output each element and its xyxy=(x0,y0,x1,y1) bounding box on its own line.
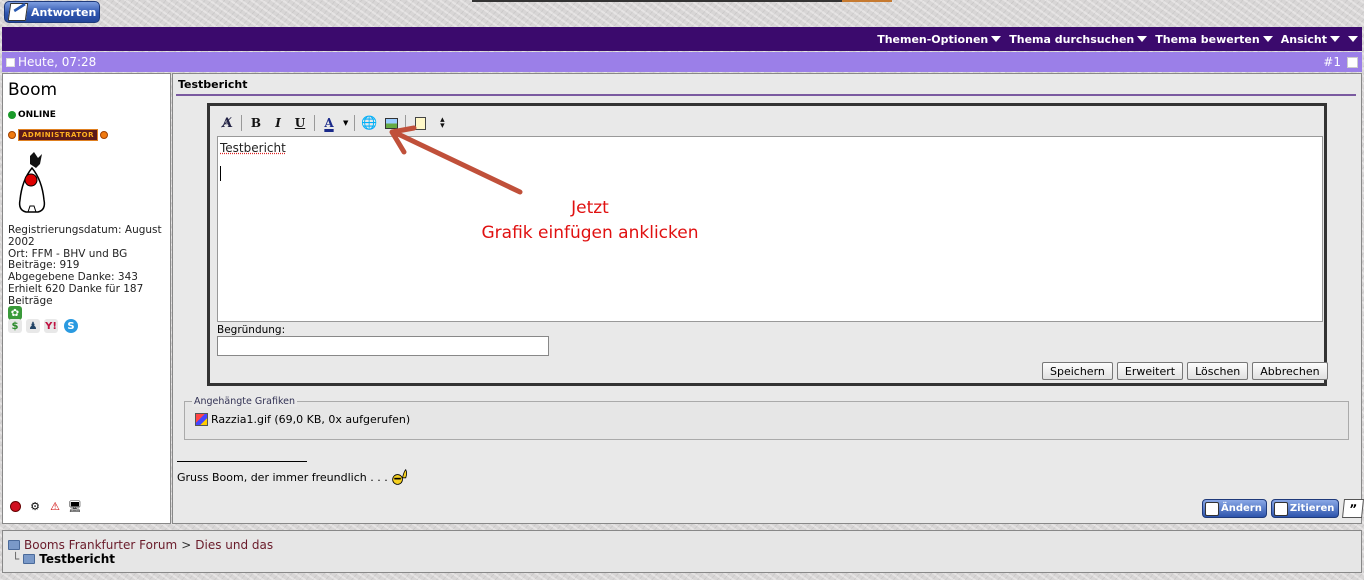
breadcrumb-separator: > xyxy=(181,538,192,552)
rate-thread-label: Thema bewerten xyxy=(1155,32,1260,46)
user-stats: Registrierungsdatum: August 2002 Ort: FF… xyxy=(8,224,168,308)
contact-icons: ✿ $ ♟ Y! S xyxy=(8,306,88,334)
editor-text: Testbericht xyxy=(220,141,286,155)
bold-button[interactable]: B xyxy=(248,115,264,131)
thanks-received: Erhielt 620 Danke für 187 Beiträge xyxy=(8,282,144,307)
breadcrumb-forum-link[interactable]: Booms Frankfurter Forum xyxy=(24,538,177,552)
skype-icon[interactable]: S xyxy=(64,319,78,333)
rank-dot-icon xyxy=(8,131,16,139)
rate-thread-menu[interactable]: Thema bewerten xyxy=(1155,32,1273,46)
delete-button[interactable]: Löschen xyxy=(1187,362,1249,380)
title-divider xyxy=(176,94,1356,96)
edit-icon xyxy=(1205,501,1219,516)
editor-buttons: Speichern Erweitert Löschen Abbrechen xyxy=(1042,362,1328,380)
post-status-icons: ⚙ ⚠ 🖥 xyxy=(8,499,82,513)
italic-button[interactable]: I xyxy=(270,115,286,131)
reply-label: Antworten xyxy=(31,5,97,19)
join-date: Registrierungsdatum: August 2002 xyxy=(8,224,162,248)
rank-dot-icon xyxy=(99,131,108,139)
insert-link-icon[interactable]: 🌐 xyxy=(361,115,377,131)
signature-divider xyxy=(177,461,307,462)
signature: Gruss Boom, der immer freundlich . . . xyxy=(177,468,409,486)
attachments-legend: Angehängte Grafiken xyxy=(192,396,297,407)
breadcrumb-current: └ Testbericht xyxy=(12,552,115,566)
view-menu[interactable]: Ansicht xyxy=(1281,33,1340,46)
thread-options-menu[interactable]: Themen-Optionen xyxy=(877,32,1002,46)
header-strip xyxy=(472,0,892,2)
breadcrumb: Booms Frankfurter Forum > Dies und das xyxy=(8,538,273,552)
annotation-text: Jetzt Grafik einfügen anklicken xyxy=(440,196,740,246)
online-label: ONLINE xyxy=(18,110,56,120)
quote-button[interactable]: Zitieren xyxy=(1270,499,1340,518)
editor-textarea[interactable]: Testbericht xyxy=(217,136,1323,322)
thread-options-label: Themen-Optionen xyxy=(877,32,989,46)
icq-icon[interactable]: ✿ xyxy=(8,306,22,320)
cancel-button[interactable]: Abbrechen xyxy=(1252,362,1328,380)
chevron-down-icon xyxy=(991,36,1002,42)
aim-icon[interactable]: ♟ xyxy=(26,319,40,333)
edit-label: Ändern xyxy=(1221,503,1262,514)
annotation-line-1: Jetzt xyxy=(571,198,609,218)
ip-icon[interactable]: ⚙ xyxy=(28,499,42,513)
signature-text: Gruss Boom, der immer freundlich . . . xyxy=(177,470,388,484)
avatar[interactable] xyxy=(16,150,50,214)
collapse-icon[interactable] xyxy=(1348,36,1358,42)
post-status-icon xyxy=(6,58,15,67)
chevron-down-icon xyxy=(1137,36,1148,42)
font-color-button[interactable]: A xyxy=(321,115,337,131)
breadcrumb-section-link[interactable]: Dies und das xyxy=(195,538,273,552)
chevron-down-icon xyxy=(1330,36,1340,42)
online-dot-icon xyxy=(8,111,16,119)
chevron-down-icon[interactable]: ▼ xyxy=(343,119,348,127)
annotation-line-2: Grafik einfügen anklicken xyxy=(481,223,699,243)
search-thread-menu[interactable]: Thema durchsuchen xyxy=(1009,32,1148,46)
remove-format-icon[interactable]: A̸ xyxy=(219,115,235,131)
reason-label: Begründung: xyxy=(217,324,286,336)
select-post-checkbox[interactable] xyxy=(1347,56,1358,68)
quote-icon xyxy=(1273,501,1288,516)
view-label: Ansicht xyxy=(1280,32,1327,46)
quote-label: Zitieren xyxy=(1289,503,1335,514)
username[interactable]: Boom xyxy=(8,80,57,100)
attachment-item[interactable]: Razzia1.gif (69,0 KB, 0x aufgerufen) xyxy=(195,413,410,426)
toolbar-separator xyxy=(241,115,242,131)
post-date-bar: Heute, 07:28 #1 xyxy=(2,52,1362,72)
breadcrumb-current-title: Testbericht xyxy=(39,552,115,566)
post-title: Testbericht xyxy=(178,78,248,91)
yahoo-icon[interactable]: Y! xyxy=(44,319,58,333)
header-strip-accent xyxy=(842,0,892,2)
underline-button[interactable]: U xyxy=(292,115,308,131)
offline-icon xyxy=(8,499,22,513)
post-number-link[interactable]: #1 xyxy=(1323,55,1341,69)
tree-branch-icon: └ xyxy=(12,552,20,566)
user-rank: ADMINISTRATOR xyxy=(8,129,108,141)
forum-folder-icon xyxy=(8,540,20,550)
waving-smiley-icon xyxy=(391,468,407,485)
online-status: ONLINE xyxy=(8,110,56,120)
reply-icon xyxy=(7,3,29,21)
rank-label: ADMINISTRATOR xyxy=(18,129,98,141)
toolbar-separator xyxy=(314,115,315,131)
reputation-icon[interactable]: $ xyxy=(8,319,22,333)
save-button[interactable]: Speichern xyxy=(1042,362,1113,380)
thread-tools-bar: Themen-Optionen Thema durchsuchen Thema … xyxy=(2,27,1362,51)
text-cursor xyxy=(220,166,221,181)
edit-button[interactable]: Ändern xyxy=(1202,499,1267,518)
computer-icon[interactable]: 🖥 xyxy=(68,499,82,513)
chevron-down-icon xyxy=(1262,36,1273,42)
advanced-button[interactable]: Erweitert xyxy=(1116,362,1184,380)
reason-input[interactable] xyxy=(217,336,549,356)
search-thread-label: Thema durchsuchen xyxy=(1009,32,1135,46)
multi-quote-icon[interactable]: ” xyxy=(1342,499,1364,518)
post-actions: Ändern Zitieren ” xyxy=(1202,499,1364,518)
post-date: Heute, 07:28 xyxy=(18,55,97,69)
toolbar-separator xyxy=(354,115,356,131)
reply-button[interactable]: Antworten xyxy=(4,1,100,23)
thread-folder-icon xyxy=(23,554,36,564)
annotation-arrow xyxy=(389,125,523,195)
gif-file-icon xyxy=(195,413,208,426)
attachment-link[interactable]: Razzia1.gif (69,0 KB, 0x aufgerufen) xyxy=(211,413,410,426)
report-icon[interactable]: ⚠ xyxy=(48,499,62,513)
